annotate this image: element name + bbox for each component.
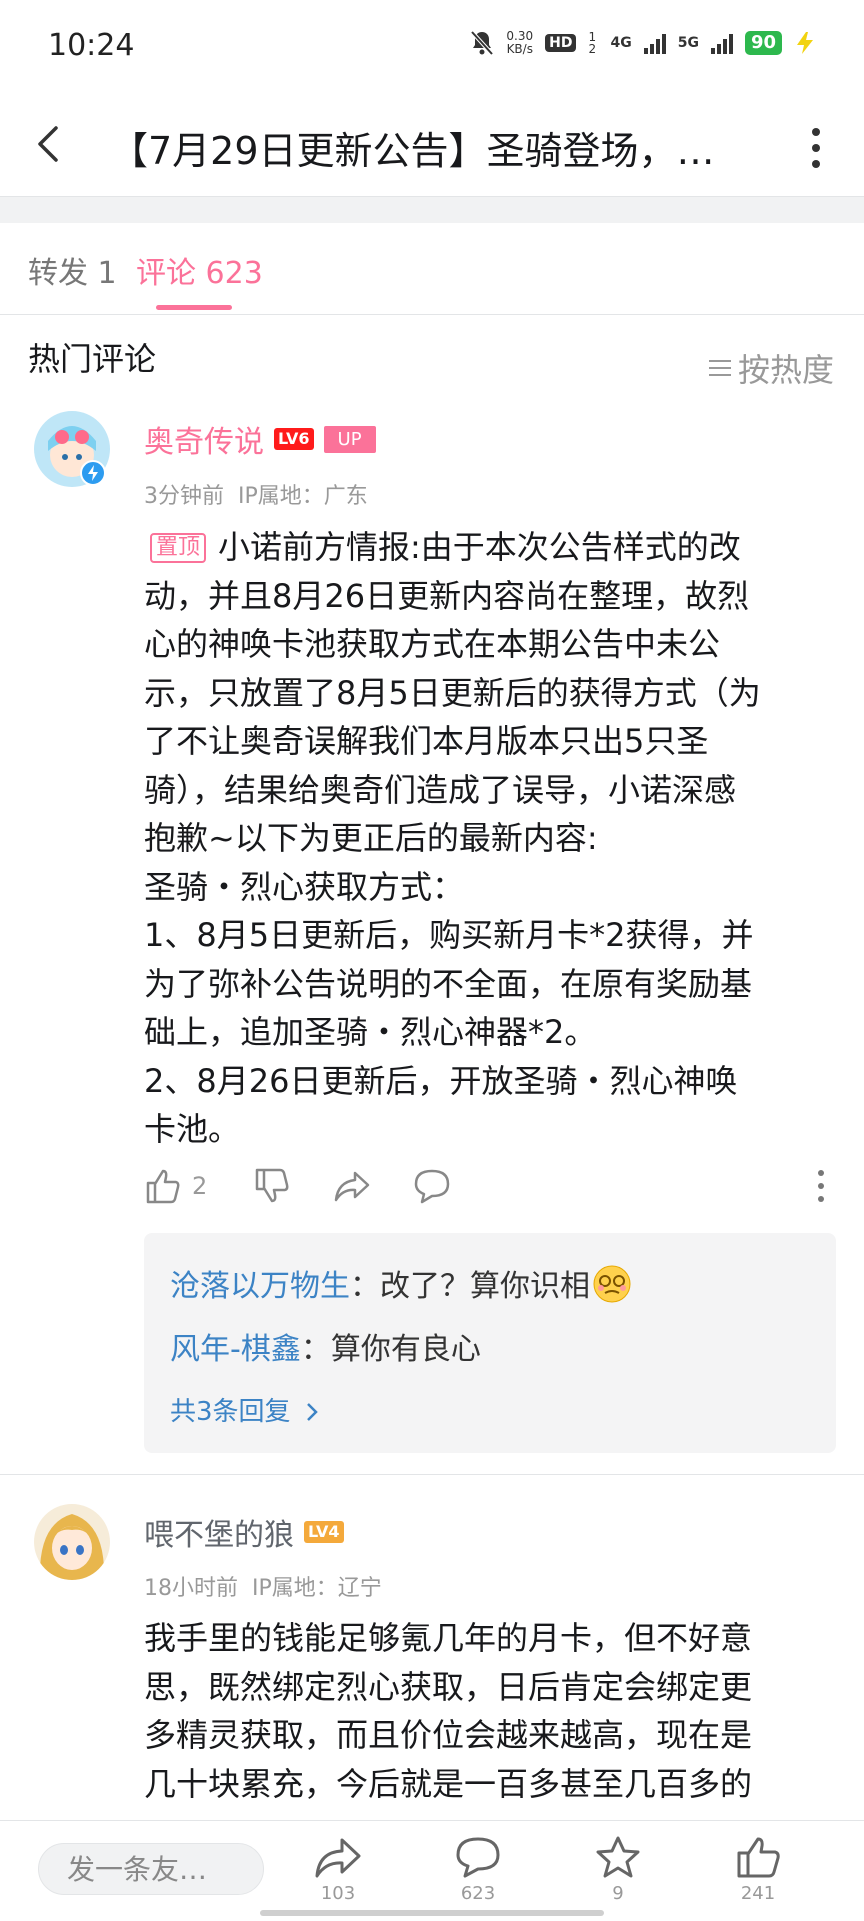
home-indicator[interactable]	[260, 1910, 604, 1916]
bottom-share-button[interactable]: 103	[298, 1835, 378, 1904]
username[interactable]: 奥奇传说	[144, 417, 264, 461]
comment-more-icon[interactable]	[816, 1169, 826, 1203]
sim-indicator: 1 2	[588, 30, 597, 56]
comment-actions: 2	[144, 1164, 834, 1208]
content-line: 思，既然绑定烈心获取，日后肯定会绑定更	[144, 1667, 753, 1706]
comment-time: 3分钟前	[144, 484, 224, 509]
tab-active-indicator	[156, 305, 232, 310]
net-4g: 4G	[610, 35, 632, 51]
username[interactable]: 喂不堡的狼	[144, 1510, 294, 1554]
replies-preview[interactable]: 沧落以万物生：改了？算你识相 风年-棋鑫：算你有良心 共3条回复	[144, 1233, 836, 1453]
bottom-comment-button[interactable]: 623	[438, 1835, 518, 1904]
reply-text: 改了？算你识相	[380, 1269, 590, 1304]
comment-time: 18小时前	[144, 1576, 238, 1601]
chevron-right-icon	[306, 1403, 318, 1421]
comment-content: 置顶 小诺前方情报:由于本次公告样式的改 动，并且8月26日更新内容尚在整理，故烈…	[144, 523, 844, 1154]
comment-content: 我手里的钱能足够氪几年的月卡，但不好意 思，既然绑定烈心获取，日后肯定会绑定更 …	[144, 1614, 844, 1820]
like-icon	[737, 1837, 780, 1878]
content-line: 多精灵获取，而且价位会越来越高，现在是	[144, 1716, 753, 1754]
signal-icon-2	[710, 32, 733, 54]
content-line: 我手里的钱能足够氪几年的月卡，但不好意	[144, 1619, 753, 1657]
content-line: 抱歉~以下为更正后的最新内容:	[144, 819, 598, 857]
reply-icon[interactable]	[413, 1167, 451, 1205]
share-count: 103	[320, 1883, 356, 1904]
share-icon	[315, 1838, 361, 1878]
mute-bell-icon	[470, 30, 494, 56]
reply-text: 算你有良心	[330, 1332, 481, 1367]
content-line: 了不让奥奇误解我们本月版本只出5只圣	[144, 722, 709, 760]
content-line: 骑），结果给奥奇们造成了误导，小诺深感	[144, 770, 737, 809]
like-count: 241	[740, 1883, 776, 1904]
header-separator	[0, 196, 864, 223]
tab-divider	[0, 314, 864, 315]
bottom-action-bar: 发一条友… 103 623 9 241	[0, 1820, 864, 1921]
net-5g: 5G	[677, 35, 699, 51]
back-arrow-icon[interactable]	[30, 124, 70, 164]
content-line: 示，只放置了8月5日更新后的获得方式（为	[144, 673, 761, 712]
sort-button[interactable]: 按热度	[708, 345, 834, 391]
like-icon[interactable]	[144, 1167, 182, 1205]
content-line: 心的神唤卡池获取方式在本期公告中未公	[144, 625, 721, 663]
tab-comment[interactable]: 评论 623	[136, 248, 263, 292]
content-line: 动，并且8月26日更新内容尚在整理，故烈	[144, 576, 750, 615]
comment-input[interactable]: 发一条友…	[38, 1843, 264, 1895]
content-line: 础上，追加圣骑・烈心神器*2。	[144, 1013, 597, 1051]
tab-repost[interactable]: 转发 1	[28, 248, 117, 292]
level-badge: LV4	[304, 1521, 344, 1543]
battery-level: 90	[744, 31, 782, 55]
net-speed: 0.30 KB/s	[506, 29, 534, 56]
up-badge: UP	[323, 425, 376, 453]
sort-label: 按热度	[737, 351, 834, 389]
reply-username[interactable]: 风年-棋鑫	[170, 1332, 301, 1367]
content-line: 1、8月5日更新后，购买新月卡*2获得，并	[144, 916, 754, 954]
pinned-tag: 置顶	[150, 533, 207, 563]
comment-meta: 3分钟前 IP属地：广东	[144, 478, 368, 510]
comment-icon	[456, 1837, 500, 1878]
emoji-face-icon	[593, 1265, 631, 1303]
like-count: 2	[192, 1172, 208, 1200]
comment-ip: IP属地：广东	[238, 484, 368, 509]
verified-icon	[80, 460, 106, 486]
view-all-replies-link[interactable]: 共3条回复	[170, 1391, 319, 1428]
content-line: 2、8月26日更新后，开放圣骑・烈心神唤	[144, 1061, 738, 1100]
comment-header: 喂不堡的狼 LV4	[144, 1510, 344, 1554]
content-line: 为了弥补公告说明的不全面，在原有奖励基	[144, 964, 753, 1003]
reply-item: 风年-棋鑫：算你有良心	[170, 1332, 481, 1367]
comment-ip: IP属地：辽宁	[252, 1576, 382, 1601]
signal-icon	[643, 32, 666, 54]
comment-divider	[0, 1474, 864, 1475]
comment-count: 623	[460, 1883, 496, 1904]
share-icon[interactable]	[333, 1167, 371, 1205]
reply-item: 沧落以万物生：改了？算你识相	[170, 1261, 632, 1305]
bottom-favorite-button[interactable]: 9	[578, 1835, 658, 1904]
bottom-like-button[interactable]: 241	[718, 1835, 798, 1904]
sort-list-icon	[708, 360, 731, 376]
content-line: 圣骑・烈心获取方式：	[144, 867, 465, 906]
favorite-count: 9	[612, 1883, 624, 1904]
hd-badge: HD	[545, 34, 577, 52]
avatar[interactable]	[34, 1504, 110, 1580]
reply-username[interactable]: 沧落以万物生	[170, 1269, 350, 1304]
page-title: 【7月29日更新公告】圣骑登场，…	[110, 129, 715, 173]
comment-meta: 18小时前 IP属地：辽宁	[144, 1570, 382, 1602]
comment-header: 奥奇传说 LV6 UP	[144, 417, 376, 461]
avatar-image	[34, 1504, 110, 1580]
content-line: 几十块累充，今后就是一百多甚至几百多的	[144, 1764, 753, 1803]
content-line: 卡池。	[144, 1110, 241, 1148]
charging-icon	[797, 32, 813, 54]
status-time: 10:24	[48, 28, 135, 63]
more-vertical-icon[interactable]	[806, 126, 826, 170]
dislike-icon[interactable]	[253, 1167, 291, 1205]
content-line: 置顶 小诺前方情报:由于本次公告样式的改	[144, 523, 844, 572]
status-icons: 0.30 KB/s HD 1 2 4G 5G 90	[470, 30, 816, 56]
level-badge: LV6	[274, 428, 314, 450]
hot-comments-title: 热门评论	[28, 340, 157, 378]
star-icon	[596, 1836, 640, 1878]
